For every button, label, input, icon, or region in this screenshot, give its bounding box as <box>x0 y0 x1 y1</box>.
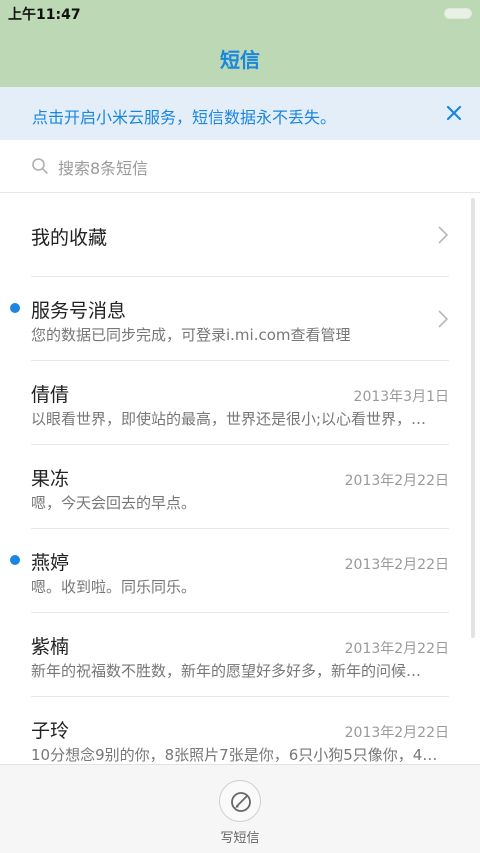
favorites-row[interactable]: 我的收藏 <box>0 193 480 277</box>
scrollbar[interactable] <box>471 198 475 638</box>
search-icon <box>32 158 48 174</box>
bottom-bar: 写短信 <box>0 764 480 853</box>
conversation-date: 2013年2月22日 <box>344 641 449 657</box>
conversation-name: 服务号消息 <box>31 300 127 322</box>
conversation-name: 倩倩 <box>31 384 70 406</box>
conversation-row[interactable]: 倩倩 2013年3月1日 以眼看世界，即使站的最高，世界还是很小;以心看世界，… <box>0 361 480 445</box>
conversation-name: 燕婷 <box>31 552 70 574</box>
compose-icon <box>231 792 251 812</box>
conversation-preview: 嗯，今天会回去的早点。 <box>31 494 197 512</box>
conversation-preview: 新年的祝福数不胜数，新年的愿望好多好多，新年的问候… <box>31 662 422 680</box>
conversation-name: 子玲 <box>31 720 70 742</box>
conversation-preview: 10分想念9别的你，8张照片7张是你，6只小狗5只像你，4… <box>31 746 438 764</box>
compose-button[interactable] <box>219 780 261 822</box>
title-bar: 短信 <box>0 26 480 87</box>
page-title: 短信 <box>220 48 260 72</box>
conversation-date: 2013年2月22日 <box>344 725 449 741</box>
compose-label[interactable]: 写短信 <box>0 827 480 846</box>
conversation-name: 果冻 <box>31 468 70 490</box>
chevron-right-icon <box>438 310 449 328</box>
conversation-preview: 您的数据已同步完成，可登录i.mi.com查看管理 <box>31 326 351 344</box>
conversation-name: 紫楠 <box>31 636 70 658</box>
conversation-date: 2013年3月1日 <box>353 389 449 405</box>
service-messages-row[interactable]: 服务号消息 您的数据已同步完成，可登录i.mi.com查看管理 <box>0 277 480 361</box>
cloud-banner[interactable]: 点击开启小米云服务，短信数据永不丢失。 <box>0 87 480 140</box>
conversation-row[interactable]: 燕婷 2013年2月22日 嗯。收到啦。同乐同乐。 <box>0 529 480 613</box>
conversation-row[interactable]: 紫楠 2013年2月22日 新年的祝福数不胜数，新年的愿望好多好多，新年的问候… <box>0 613 480 697</box>
search-input[interactable]: 搜索8条短信 <box>58 155 148 179</box>
battery-icon <box>444 8 472 19</box>
conversation-date: 2013年2月22日 <box>344 473 449 489</box>
conversation-preview: 以眼看世界，即使站的最高，世界还是很小;以心看世界，… <box>31 410 427 428</box>
close-icon[interactable] <box>442 101 466 125</box>
conversation-date: 2013年2月22日 <box>344 557 449 573</box>
unread-dot <box>10 555 20 565</box>
unread-dot <box>10 303 20 313</box>
chevron-right-icon <box>438 226 449 244</box>
favorites-label: 我的收藏 <box>31 227 108 249</box>
search-bar[interactable]: 搜索8条短信 <box>0 140 480 193</box>
conversation-row[interactable]: 果冻 2013年2月22日 嗯，今天会回去的早点。 <box>0 445 480 529</box>
conversation-preview: 嗯。收到啦。同乐同乐。 <box>31 578 197 596</box>
banner-text[interactable]: 点击开启小米云服务，短信数据永不丢失。 <box>32 104 336 128</box>
status-time: 上午11:47 <box>8 7 81 23</box>
status-bar: 上午11:47 <box>0 0 480 26</box>
